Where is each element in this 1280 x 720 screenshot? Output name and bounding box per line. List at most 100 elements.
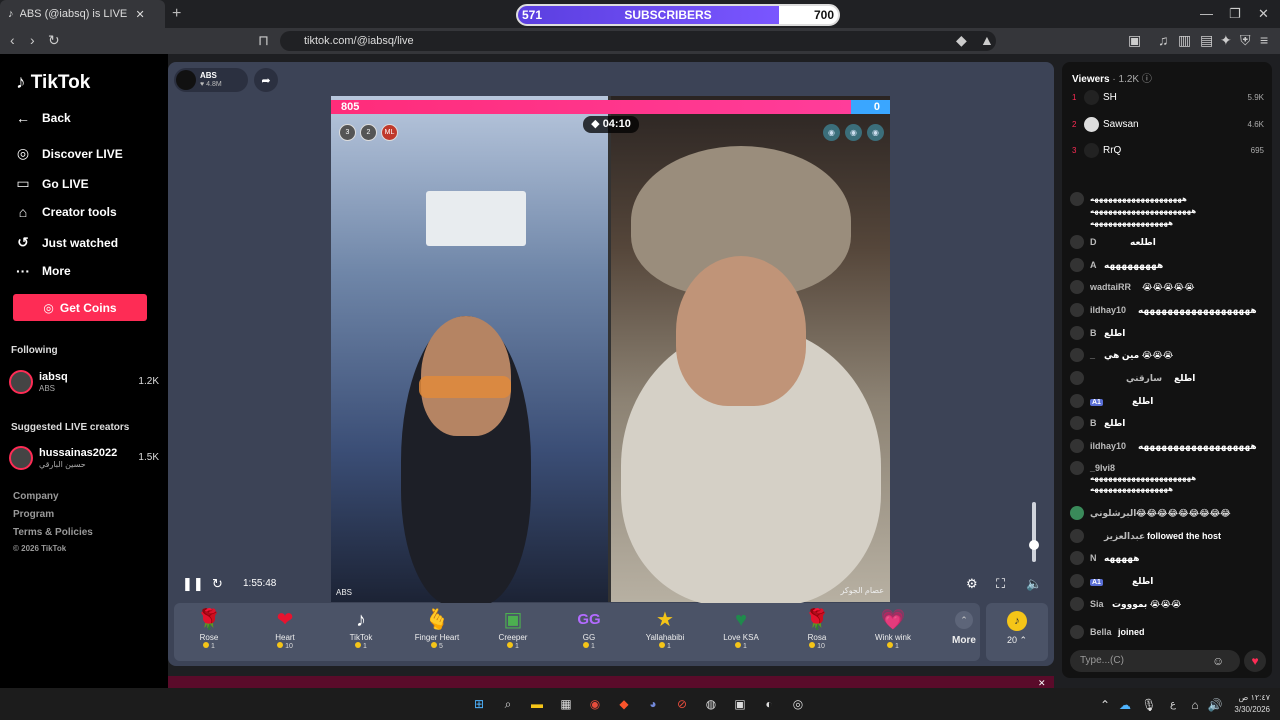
top-gifter[interactable]: ML [381, 124, 398, 141]
speaker-icon[interactable]: 🔊 [1206, 696, 1224, 714]
maximize-icon[interactable]: ❐ [1229, 6, 1241, 22]
host-info[interactable]: ABS ♥ 4.8M [174, 68, 248, 92]
fullscreen-icon[interactable]: ⛶ [996, 576, 1005, 592]
top-gifter[interactable]: 2 [360, 124, 377, 141]
gift-finger-heart[interactable]: 🫰 Finger Heart 5 [402, 607, 472, 661]
cloud-icon[interactable]: ☁ [1116, 696, 1134, 714]
gift-rose[interactable]: 🌹 Rose 1 [174, 607, 244, 661]
brave-shield-icon[interactable]: ◆ [956, 32, 967, 49]
gift-yallahabibi[interactable]: ★ Yallahabibi 1 [630, 607, 700, 661]
nav-just-watched[interactable]: ↺ Just watched [14, 234, 118, 251]
seat-icon[interactable]: ◉ [867, 124, 884, 141]
brave-icon[interactable]: ◆ [615, 695, 633, 713]
minimize-icon[interactable]: — [1200, 6, 1213, 21]
emoji-icon[interactable]: ☺ [1212, 654, 1224, 668]
clock[interactable]: ١٢:٤٧ ص 3/30/2026 [1234, 692, 1270, 716]
vpn-icon[interactable]: ⛨ [1240, 32, 1251, 49]
ai-icon[interactable]: ✦ [1220, 32, 1232, 49]
wallet-icon[interactable]: ▤ [1200, 32, 1213, 49]
gift-name: Wink wink [874, 633, 911, 642]
gift-love-ksa[interactable]: ♥ Love KSA 1 [706, 607, 776, 661]
chrome-icon[interactable]: ◉ [586, 695, 604, 713]
settings-icon[interactable]: ⚙ [966, 576, 978, 592]
gift-creeper[interactable]: ▣ Creeper 1 [478, 607, 548, 661]
gift-price-value: 1 [743, 643, 747, 650]
gift-name: TikTok [349, 633, 373, 642]
live-video[interactable]: 805 0 ◆ 04:10 3 2 ML ◉ ◉ ◉ ABS عصام الجو… [331, 96, 890, 606]
terminal-icon[interactable]: ▣ [731, 695, 749, 713]
message-text: هههههه [1104, 553, 1140, 563]
tiktok-logo[interactable]: ♪ TikTok [16, 72, 90, 94]
gift-wink-wink[interactable]: 💗 Wink wink 1 [858, 607, 928, 661]
volume-slider[interactable] [1032, 502, 1036, 562]
app-icon[interactable]: ◐ [760, 695, 778, 713]
app-icon[interactable]: ⊘ [673, 695, 691, 713]
footer-company[interactable]: Company [13, 491, 59, 502]
nav-discover-live[interactable]: ◎ Discover LIVE [14, 145, 123, 162]
store-icon[interactable]: ▦ [557, 695, 575, 713]
steam-icon[interactable]: ◍ [702, 695, 720, 713]
share-button[interactable]: ➦ [254, 68, 278, 92]
avatar [1070, 394, 1084, 408]
close-window-icon[interactable]: ✕ [1258, 6, 1269, 22]
gift-name: Heart [275, 633, 295, 642]
seat-icon[interactable]: ◉ [823, 124, 840, 141]
like-button[interactable]: ♥ [1244, 650, 1266, 672]
windows-start-icon[interactable]: ⊞ [470, 695, 488, 713]
nav-more[interactable]: ··· More [14, 263, 71, 279]
account-viewers: 1.5K [138, 452, 159, 463]
viewers-header[interactable]: Viewers · 1.2K ⓘ [1072, 70, 1152, 85]
help-icon[interactable]: ⓘ [1142, 74, 1152, 85]
get-coins-button[interactable]: ◎ Get Coins [13, 294, 147, 321]
menu-icon[interactable]: ≡ [1260, 32, 1268, 48]
screenshot-icon[interactable]: ▣ [1128, 32, 1141, 49]
top-gifter[interactable]: 3 [339, 124, 356, 141]
top-viewer[interactable]: 1 SH 5.9K [1072, 90, 1264, 108]
following-account[interactable]: iabsq ABS 1.2K [9, 369, 159, 395]
seat-icon[interactable]: ◉ [845, 124, 862, 141]
top-viewer[interactable]: 2 Sawsan 4.6K [1072, 117, 1264, 135]
message-user: ildhay10 [1090, 441, 1127, 451]
browser-tab[interactable]: ♪ ABS (@iabsq) is LIVE - TikTok ✕ [0, 0, 165, 28]
discord-icon[interactable]: ◕ [644, 695, 662, 713]
gift-heart[interactable]: ❤ Heart 10 [250, 607, 320, 661]
suggested-account[interactable]: hussainas2022 حسين البارقي 1.5K [9, 445, 159, 471]
forward-icon[interactable]: › [30, 32, 35, 48]
nav-creator-tools[interactable]: ⌂ Creator tools [14, 204, 117, 220]
footer-program[interactable]: Program [13, 509, 54, 520]
viewer-name: Sawsan [1103, 119, 1139, 130]
microphone-icon[interactable]: 🎙 [1140, 696, 1158, 714]
rewards-icon[interactable]: ▲ [980, 32, 994, 48]
pause-icon[interactable]: ❚❚ [182, 576, 204, 592]
host-likes: ♥ 4.8M [200, 81, 222, 88]
file-explorer-icon[interactable]: ▬ [528, 695, 546, 713]
obs-icon[interactable]: ◎ [789, 695, 807, 713]
avatar [1070, 597, 1084, 611]
bookmark-icon[interactable]: ⊓ [258, 32, 269, 49]
message-text: مين هي 😭😭😭 [1104, 350, 1174, 360]
search-icon[interactable]: ⌕ [499, 695, 517, 713]
top-viewer[interactable]: 3 RrQ 695 [1072, 143, 1264, 161]
chevron-up-icon[interactable]: ⌃ [1096, 696, 1114, 714]
coin-balance[interactable]: ♪ 20 ⌃ [986, 603, 1048, 661]
close-tab-icon[interactable]: ✕ [136, 8, 145, 21]
nav-go-live[interactable]: ▭ Go LIVE [14, 175, 88, 192]
footer-terms[interactable]: Terms & Policies [13, 527, 93, 538]
refresh-icon[interactable]: ↻ [212, 576, 223, 592]
network-icon[interactable]: ⌂ [1186, 696, 1204, 714]
back-icon[interactable]: ‹ [10, 32, 15, 48]
nav-back[interactable]: ← Back [14, 110, 71, 126]
music-icon[interactable]: ♫ [1158, 32, 1169, 48]
sidebar-icon[interactable]: ▥ [1178, 32, 1191, 49]
volume-knob[interactable] [1029, 540, 1039, 550]
language-indicator[interactable]: ع [1164, 696, 1182, 714]
new-tab-button[interactable]: + [172, 5, 181, 23]
share-arrow-icon: ➦ [261, 74, 271, 87]
more-gifts-button[interactable]: ⌃ More [944, 607, 984, 646]
gift-gg[interactable]: GG GG 1 [554, 607, 624, 661]
url-field[interactable]: tiktok.com/@iabsq/live [280, 31, 996, 51]
volume-icon[interactable]: 🔈 [1026, 576, 1042, 592]
reload-icon[interactable]: ↻ [48, 32, 60, 49]
gift-tiktok[interactable]: ♪ TikTok 1 [326, 607, 396, 661]
gift-rosa[interactable]: 🌹 Rosa 10 [782, 607, 852, 661]
